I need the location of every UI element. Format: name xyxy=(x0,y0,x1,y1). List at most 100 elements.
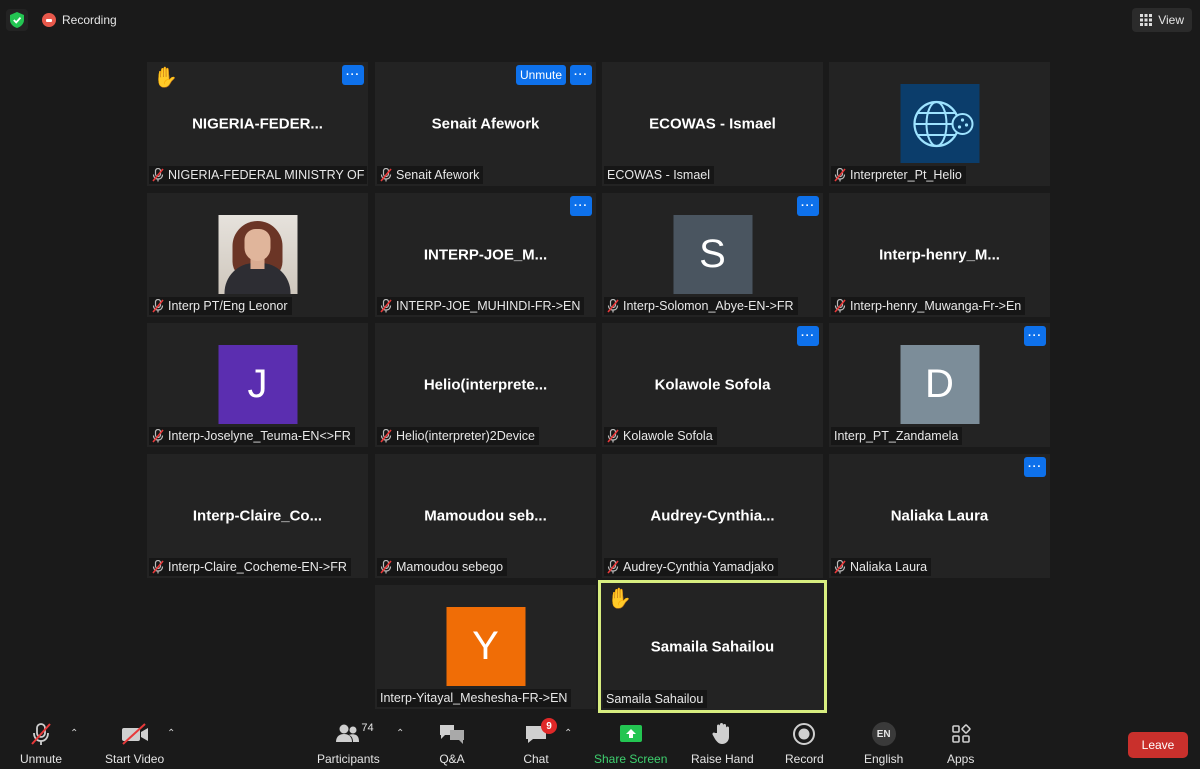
participant-display-name: Senait Afework xyxy=(431,115,540,133)
participants-count: 74 xyxy=(361,722,374,734)
participant-display-name: ECOWAS - Ismael xyxy=(649,115,776,133)
language-label: English xyxy=(864,752,904,766)
apps-button[interactable]: Apps xyxy=(947,720,974,766)
language-code-icon: EN xyxy=(871,722,896,746)
participant-more-options-button[interactable]: ··· xyxy=(570,65,592,85)
participant-tile[interactable]: Interp PT/Eng Leonor xyxy=(147,193,368,317)
participant-name-label: NIGERIA-FEDERAL MINISTRY OF ... xyxy=(149,166,367,184)
participant-tile[interactable]: Helio(interprete... Helio(interpreter)2De… xyxy=(375,323,596,447)
participant-name: Naliaka Laura xyxy=(850,560,928,574)
qa-button[interactable]: Q&A xyxy=(438,720,466,766)
muted-microphone-icon xyxy=(152,429,164,443)
muted-microphone-icon xyxy=(834,560,846,574)
participant-name: NIGERIA-FEDERAL MINISTRY OF ... xyxy=(168,168,367,182)
participant-tile[interactable]: Audrey-Cynthia... Audrey-Cynthia Yamadjak… xyxy=(602,454,823,578)
globe-avatar-icon xyxy=(900,84,979,163)
muted-microphone-icon xyxy=(607,560,619,574)
leave-button[interactable]: Leave xyxy=(1128,732,1188,758)
participant-tile[interactable]: ··· Kolawole Sofola Kolawole Sofola xyxy=(602,323,823,447)
qa-label: Q&A xyxy=(439,752,465,766)
muted-microphone-icon xyxy=(834,168,846,182)
participant-tile[interactable]: ✋ Samaila Sahailou Samaila Sahailou xyxy=(598,580,827,713)
participant-name-label: INTERP-JOE_MUHINDI-FR->EN xyxy=(377,297,585,315)
participant-tile[interactable]: ECOWAS - Ismael ECOWAS - Ismael xyxy=(602,62,823,186)
participant-name: Interp-Joselyne_Teuma-EN<>FR xyxy=(168,429,351,443)
audio-options-caret-icon[interactable]: ⌃ xyxy=(70,728,78,739)
participant-tile[interactable]: ··· D Interp_PT_Zandamela xyxy=(829,323,1050,447)
participant-display-name: Naliaka Laura xyxy=(890,507,989,525)
raise-hand-icon xyxy=(711,720,733,748)
recording-label: Recording xyxy=(62,13,117,27)
raise-hand-button[interactable]: Raise Hand xyxy=(691,720,754,766)
participant-more-options-button[interactable]: ··· xyxy=(570,196,592,216)
participant-display-name: INTERP-JOE_M... xyxy=(423,246,548,264)
participant-name: Interp PT/Eng Leonor xyxy=(168,299,288,313)
video-options-caret-icon[interactable]: ⌃ xyxy=(167,728,175,739)
participant-name: Interp-Yitayal_Meshesha-FR->EN xyxy=(380,691,568,705)
participant-name-label: Kolawole Sofola xyxy=(604,427,717,445)
security-shield-icon[interactable] xyxy=(6,9,28,31)
record-icon xyxy=(792,720,816,748)
participant-more-options-button[interactable]: ··· xyxy=(1024,326,1046,346)
qa-icon xyxy=(438,720,466,748)
participant-name: Interp-Claire_Cocheme-EN->FR xyxy=(168,560,347,574)
recording-indicator[interactable]: Recording xyxy=(38,9,123,31)
muted-microphone-icon xyxy=(607,299,619,313)
participant-name: Interp-henry_Muwanga-Fr->En xyxy=(850,299,1022,313)
participant-display-name: Kolawole Sofola xyxy=(654,376,771,394)
share-screen-icon xyxy=(618,720,644,748)
chat-options-caret-icon[interactable]: ⌃ xyxy=(564,728,572,739)
muted-microphone-icon xyxy=(607,429,619,443)
participant-avatar: D xyxy=(900,345,979,424)
video-off-icon xyxy=(120,720,150,748)
chat-button[interactable]: 9 Chat xyxy=(523,718,557,766)
participant-tile[interactable]: ··· INTERP-JOE_M... INTERP-JOE_MUHINDI-FR-… xyxy=(375,193,596,317)
unmute-participant-button[interactable]: Unmute xyxy=(515,65,566,85)
participant-tile[interactable]: Interp-henry_M... Interp-henry_Muwanga-Fr… xyxy=(829,193,1050,317)
participant-display-name: Interp-henry_M... xyxy=(879,246,1000,264)
muted-microphone-icon xyxy=(380,429,392,443)
participant-name-label: Interp_PT_Zandamela xyxy=(831,427,963,445)
participant-tile[interactable]: Y Interp-Yitayal_Meshesha-FR->EN xyxy=(375,585,596,709)
share-screen-label: Share Screen xyxy=(594,752,668,766)
participant-tile[interactable]: Interp-Claire_Co... Interp-Claire_Cocheme… xyxy=(147,454,368,578)
view-button[interactable]: View xyxy=(1132,8,1192,32)
participant-name-label: Interp-Joselyne_Teuma-EN<>FR xyxy=(149,427,355,445)
unmute-button[interactable]: Unmute xyxy=(20,720,62,766)
participant-more-options-button[interactable]: ··· xyxy=(342,65,364,85)
participant-tile[interactable]: Mamoudou seb... Mamoudou sebego xyxy=(375,454,596,578)
apps-label: Apps xyxy=(947,752,975,766)
participant-more-options-button[interactable]: ··· xyxy=(797,196,819,216)
participant-name: Mamoudou sebego xyxy=(396,560,504,574)
unmute-label: Unmute xyxy=(20,752,63,766)
participant-tile[interactable]: ··· Naliaka Laura Naliaka Laura xyxy=(829,454,1050,578)
share-screen-button[interactable]: Share Screen xyxy=(594,720,667,766)
chat-unread-badge: 9 xyxy=(541,718,557,734)
participant-name: Interp-Solomon_Abye-EN->FR xyxy=(623,299,794,313)
participant-name-label: ECOWAS - Ismael xyxy=(604,166,715,184)
participant-name-label: Interp-Yitayal_Meshesha-FR->EN xyxy=(377,689,572,707)
participant-name: Audrey-Cynthia Yamadjako xyxy=(623,560,775,574)
participant-tile[interactable]: Interpreter_Pt_Helio xyxy=(829,62,1050,186)
muted-microphone-icon xyxy=(152,560,164,574)
participant-tile[interactable]: J Interp-Joselyne_Teuma-EN<>FR xyxy=(147,323,368,447)
participant-tile[interactable]: ✋ ··· NIGERIA-FEDER... NIGERIA-FEDERAL MINI… xyxy=(147,62,368,186)
participant-tile[interactable]: ··· S Interp-Solomon_Abye-EN->FR xyxy=(602,193,823,317)
language-interpretation-button[interactable]: EN English xyxy=(864,720,903,766)
raised-hand-icon: ✋ xyxy=(607,588,632,610)
participant-tile[interactable]: Unmute ··· Senait Afework Senait Afework xyxy=(375,62,596,186)
muted-microphone-icon xyxy=(152,168,164,182)
participant-photo xyxy=(218,215,297,294)
participant-more-options-button[interactable]: ··· xyxy=(797,326,819,346)
participant-more-options-button[interactable]: ··· xyxy=(1024,457,1046,477)
participant-name: Senait Afework xyxy=(396,168,480,182)
chat-icon: 9 xyxy=(523,718,557,748)
record-button[interactable]: Record xyxy=(785,720,824,766)
participants-options-caret-icon[interactable]: ⌃ xyxy=(396,728,404,739)
recording-icon xyxy=(42,13,56,27)
participant-name-label: Audrey-Cynthia Yamadjako xyxy=(604,558,779,576)
participant-name: Samaila Sahailou xyxy=(606,692,704,706)
start-video-button[interactable]: Start Video xyxy=(105,720,164,766)
participants-button[interactable]: 74 Participants xyxy=(317,720,380,766)
participant-name-label: Interp-henry_Muwanga-Fr->En xyxy=(831,297,1026,315)
